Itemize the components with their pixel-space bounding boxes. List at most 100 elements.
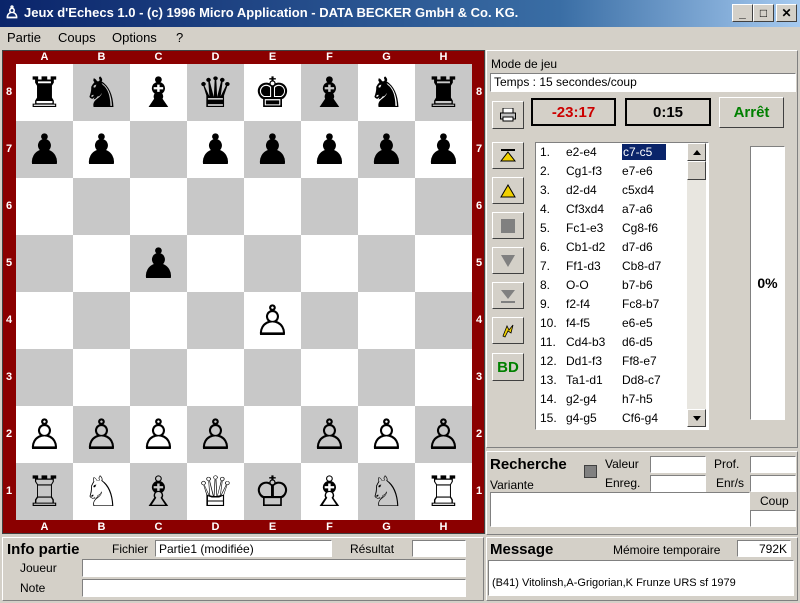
scroll-up-button[interactable] (687, 143, 706, 161)
move-row[interactable]: 5. Fc1-e3 Cg8-f6 (536, 219, 686, 238)
move-row[interactable]: 1. e2-e4 c7-c5 (536, 143, 686, 162)
first-move-button[interactable] (492, 142, 524, 169)
square-c3[interactable] (130, 349, 187, 406)
square-g2[interactable]: ♙ (358, 406, 415, 463)
move-row[interactable]: 13. Ta1-d1 Dd8-c7 (536, 371, 686, 390)
moves-scrollbar[interactable] (687, 143, 706, 427)
white-move[interactable]: Ta1-d1 (566, 373, 603, 387)
chess-piece-icon[interactable]: ♖ (26, 470, 64, 513)
square-e1[interactable]: ♔ (244, 463, 301, 520)
square-e4[interactable]: ♙ (244, 292, 301, 349)
chess-piece-icon[interactable]: ♟ (26, 128, 64, 171)
black-move[interactable]: a7-a6 (622, 202, 653, 216)
square-b7[interactable]: ♟ (73, 121, 130, 178)
square-g8[interactable]: ♞ (358, 64, 415, 121)
white-move[interactable]: f4-f5 (566, 316, 590, 330)
square-h2[interactable]: ♙ (415, 406, 472, 463)
square-f3[interactable] (301, 349, 358, 406)
chess-piece-icon[interactable]: ♖ (425, 470, 463, 513)
black-move[interactable]: Cb8-d7 (622, 259, 661, 273)
square-h3[interactable] (415, 349, 472, 406)
move-row[interactable]: 6. Cb1-d2 d7-d6 (536, 238, 686, 257)
square-a6[interactable] (16, 178, 73, 235)
square-a5[interactable] (16, 235, 73, 292)
square-e3[interactable] (244, 349, 301, 406)
move-row[interactable]: 9. f2-f4 Fc8-b7 (536, 295, 686, 314)
chess-piece-icon[interactable]: ♙ (425, 413, 463, 456)
chess-piece-icon[interactable]: ♚ (254, 71, 292, 114)
move-row[interactable]: 14. g2-g4 h7-h5 (536, 390, 686, 409)
note-field[interactable] (82, 579, 466, 597)
square-e7[interactable]: ♟ (244, 121, 301, 178)
chess-piece-icon[interactable]: ♟ (140, 242, 178, 285)
chess-piece-icon[interactable]: ♟ (425, 128, 463, 171)
square-d3[interactable] (187, 349, 244, 406)
square-a3[interactable] (16, 349, 73, 406)
chess-piece-icon[interactable]: ♝ (140, 71, 178, 114)
chess-piece-icon[interactable]: ♟ (254, 128, 292, 171)
fichier-field[interactable]: Partie1 (modifiée) (155, 540, 332, 557)
chess-piece-icon[interactable]: ♞ (368, 71, 406, 114)
scroll-down-button[interactable] (687, 409, 706, 427)
white-move[interactable]: f2-f4 (566, 297, 590, 311)
chess-board[interactable]: ♜ ♞ ♝ ♛ ♚ ♝ ♞ ♜ ♟ ♟ ♟ ♟ ♟ ♟ ♟ ♟ ♙ ♙ ♙ ♙ ♙ ♙ ♙ ♙ ♖ ♘ ♗ ♕ ♔ ♗ ♘ ♖ (16, 64, 472, 520)
black-move[interactable]: c5xd4 (622, 183, 654, 197)
white-move[interactable]: Cg1-f3 (566, 164, 602, 178)
database-button[interactable]: BD (492, 353, 524, 381)
chess-piece-icon[interactable]: ♗ (311, 470, 349, 513)
square-a1[interactable]: ♖ (16, 463, 73, 520)
chess-piece-icon[interactable]: ♙ (368, 413, 406, 456)
square-f2[interactable]: ♙ (301, 406, 358, 463)
square-g5[interactable] (358, 235, 415, 292)
square-h6[interactable] (415, 178, 472, 235)
square-c7[interactable] (130, 121, 187, 178)
square-e6[interactable] (244, 178, 301, 235)
square-b6[interactable] (73, 178, 130, 235)
black-move[interactable]: h7-h5 (622, 392, 653, 406)
stop-button[interactable]: Arrêt (719, 97, 784, 128)
menu-coups[interactable]: Coups (58, 30, 96, 45)
back-move-button[interactable] (492, 177, 524, 204)
white-move[interactable]: g4-g5 (566, 411, 597, 425)
chess-piece-icon[interactable]: ♙ (83, 413, 121, 456)
chess-piece-icon[interactable]: ♙ (26, 413, 64, 456)
moves-list[interactable]: 1. e2-e4 c7-c5 2. Cg1-f3 e7-e6 3. d2-d4 c5xd4 4. C… (535, 142, 709, 430)
move-row[interactable]: 7. Ff1-d3 Cb8-d7 (536, 257, 686, 276)
black-move[interactable]: d6-d5 (622, 335, 653, 349)
black-move[interactable]: b7-b6 (622, 278, 653, 292)
black-move[interactable]: Fc8-b7 (622, 297, 659, 311)
square-a7[interactable]: ♟ (16, 121, 73, 178)
square-f8[interactable]: ♝ (301, 64, 358, 121)
menu-partie[interactable]: Partie (7, 30, 41, 45)
move-row[interactable]: 10. f4-f5 e6-e5 (536, 314, 686, 333)
black-move[interactable]: d7-d6 (622, 240, 653, 254)
move-row[interactable]: 2. Cg1-f3 e7-e6 (536, 162, 686, 181)
square-d7[interactable]: ♟ (187, 121, 244, 178)
chess-piece-icon[interactable]: ♙ (311, 413, 349, 456)
square-b2[interactable]: ♙ (73, 406, 130, 463)
white-move[interactable]: d2-d4 (566, 183, 597, 197)
menu-options[interactable]: Options (112, 30, 157, 45)
chess-piece-icon[interactable]: ♗ (140, 470, 178, 513)
maximize-button[interactable]: □ (753, 4, 774, 22)
square-b3[interactable] (73, 349, 130, 406)
close-button[interactable]: ✕ (776, 4, 797, 22)
resultat-field[interactable] (412, 540, 466, 557)
chess-piece-icon[interactable]: ♙ (140, 413, 178, 456)
black-move[interactable]: Dd8-c7 (622, 373, 661, 387)
white-move[interactable]: Fc1-e3 (566, 221, 603, 235)
white-move[interactable]: Cb1-d2 (566, 240, 605, 254)
chess-piece-icon[interactable]: ♟ (368, 128, 406, 171)
square-b8[interactable]: ♞ (73, 64, 130, 121)
square-h8[interactable]: ♜ (415, 64, 472, 121)
print-button[interactable] (492, 101, 524, 129)
square-a2[interactable]: ♙ (16, 406, 73, 463)
square-f6[interactable] (301, 178, 358, 235)
white-move[interactable]: Dd1-f3 (566, 354, 602, 368)
square-g7[interactable]: ♟ (358, 121, 415, 178)
black-move[interactable]: e6-e5 (622, 316, 653, 330)
square-c2[interactable]: ♙ (130, 406, 187, 463)
square-d2[interactable]: ♙ (187, 406, 244, 463)
square-b4[interactable] (73, 292, 130, 349)
square-e8[interactable]: ♚ (244, 64, 301, 121)
